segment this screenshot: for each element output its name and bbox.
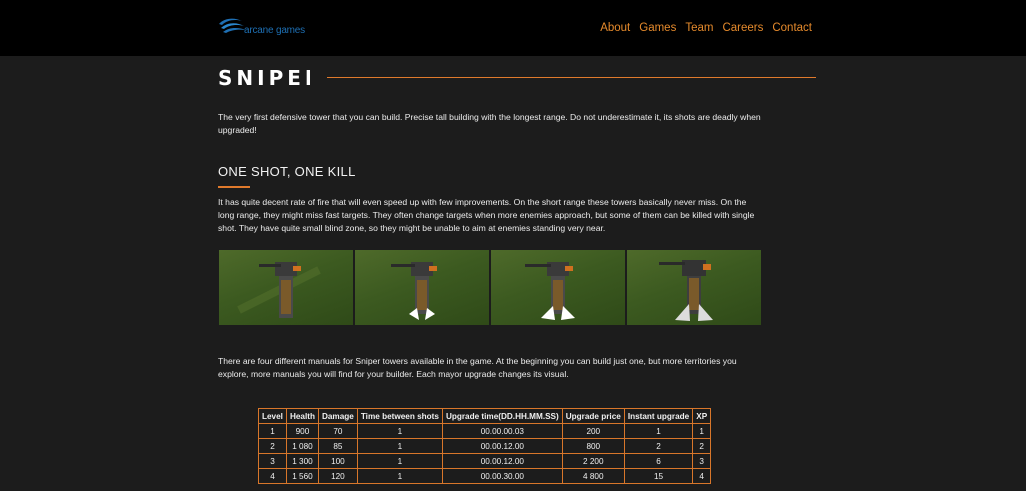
table-cell: 70 <box>317 423 358 439</box>
table-row: 4 1 560 120 1 00.00.30.00 4 800 15 4 <box>258 468 712 484</box>
table-cell: 00.00.12.00 <box>441 453 563 469</box>
table-cell: 4 <box>258 468 287 484</box>
table-row: 1 900 70 1 00.00.00.03 200 1 1 <box>258 423 712 439</box>
table-cell: 1 080 <box>285 438 319 454</box>
nav-link-games[interactable]: Games <box>639 22 676 34</box>
sniper-tower-level-3-image[interactable] <box>491 250 625 325</box>
table-cell: 1 <box>356 453 443 469</box>
table-cell: 3 <box>258 453 287 469</box>
nav-link-contact[interactable]: Contact <box>772 22 812 34</box>
heading-underline <box>218 186 250 188</box>
table-cell: 00.00.30.00 <box>441 468 563 484</box>
table-cell: 1 <box>356 468 443 484</box>
nav-link-careers[interactable]: Careers <box>722 22 763 34</box>
page-title-lettering: SNIPER <box>218 66 320 90</box>
column-header: Instant upgrade <box>623 408 694 424</box>
manuals-paragraph: There are four different manuals for Sni… <box>218 356 737 380</box>
nav-link-about[interactable]: About <box>600 22 630 34</box>
table-cell: 00.00.12.00 <box>441 438 563 454</box>
table-row: 3 1 300 100 1 00.00.12.00 2 200 6 3 <box>258 453 712 469</box>
svg-text:SNIPER: SNIPER <box>218 68 310 88</box>
table-cell: 1 300 <box>285 453 319 469</box>
brand-logo[interactable]: arcane games <box>218 16 308 40</box>
column-header: Upgrade price <box>561 408 625 424</box>
table-cell: 2 <box>623 438 694 454</box>
table-cell: 100 <box>317 453 358 469</box>
sniper-tower-level-1-image[interactable] <box>219 250 353 325</box>
upgrade-stats-table: Level Health Damage Time between shots U… <box>258 408 712 484</box>
brand-name: arcane games <box>244 25 305 36</box>
table-cell: 120 <box>317 468 358 484</box>
table-cell: 6 <box>623 453 694 469</box>
table-cell: 4 800 <box>561 468 625 484</box>
column-header: Level <box>258 408 287 424</box>
table-cell: 2 <box>258 438 287 454</box>
table-cell: 1 <box>356 438 443 454</box>
table-header-row: Level Health Damage Time between shots U… <box>258 408 712 424</box>
tower-gallery <box>219 250 761 325</box>
table-cell: 800 <box>561 438 625 454</box>
nav-link-team[interactable]: Team <box>685 22 713 34</box>
table-cell: 3 <box>692 453 712 469</box>
table-cell: 15 <box>623 468 694 484</box>
top-navigation-bar: arcane games About Games Team Careers Co… <box>0 0 1026 56</box>
table-cell: 200 <box>561 423 625 439</box>
column-header: Health <box>285 408 319 424</box>
title-divider <box>327 77 816 78</box>
intro-paragraph: The very first defensive tower that you … <box>218 112 761 136</box>
section-heading: ONE SHOT, ONE KILL <box>218 164 356 179</box>
table-cell: 2 <box>692 438 712 454</box>
main-menu: About Games Team Careers Contact <box>600 22 812 34</box>
table-cell: 1 <box>692 423 712 439</box>
table-cell: 1 <box>258 423 287 439</box>
table-cell: 00.00.00.03 <box>441 423 563 439</box>
page-title: SNIPER <box>218 66 320 93</box>
table-cell: 1 <box>356 423 443 439</box>
sniper-tower-level-4-image[interactable] <box>627 250 761 325</box>
column-header: XP <box>692 408 712 424</box>
column-header: Time between shots <box>356 408 443 424</box>
section-paragraph: It has quite decent rate of fire that wi… <box>218 197 755 234</box>
table-cell: 900 <box>285 423 319 439</box>
table-cell: 1 <box>623 423 694 439</box>
table-cell: 1 560 <box>285 468 319 484</box>
sniper-tower-level-2-image[interactable] <box>355 250 489 325</box>
table-cell: 2 200 <box>561 453 625 469</box>
column-header: Damage <box>317 408 358 424</box>
column-header: Upgrade time(DD.HH.MM.SS) <box>441 408 563 424</box>
table-cell: 85 <box>317 438 358 454</box>
table-cell: 4 <box>692 468 712 484</box>
table-row: 2 1 080 85 1 00.00.12.00 800 2 2 <box>258 438 712 454</box>
